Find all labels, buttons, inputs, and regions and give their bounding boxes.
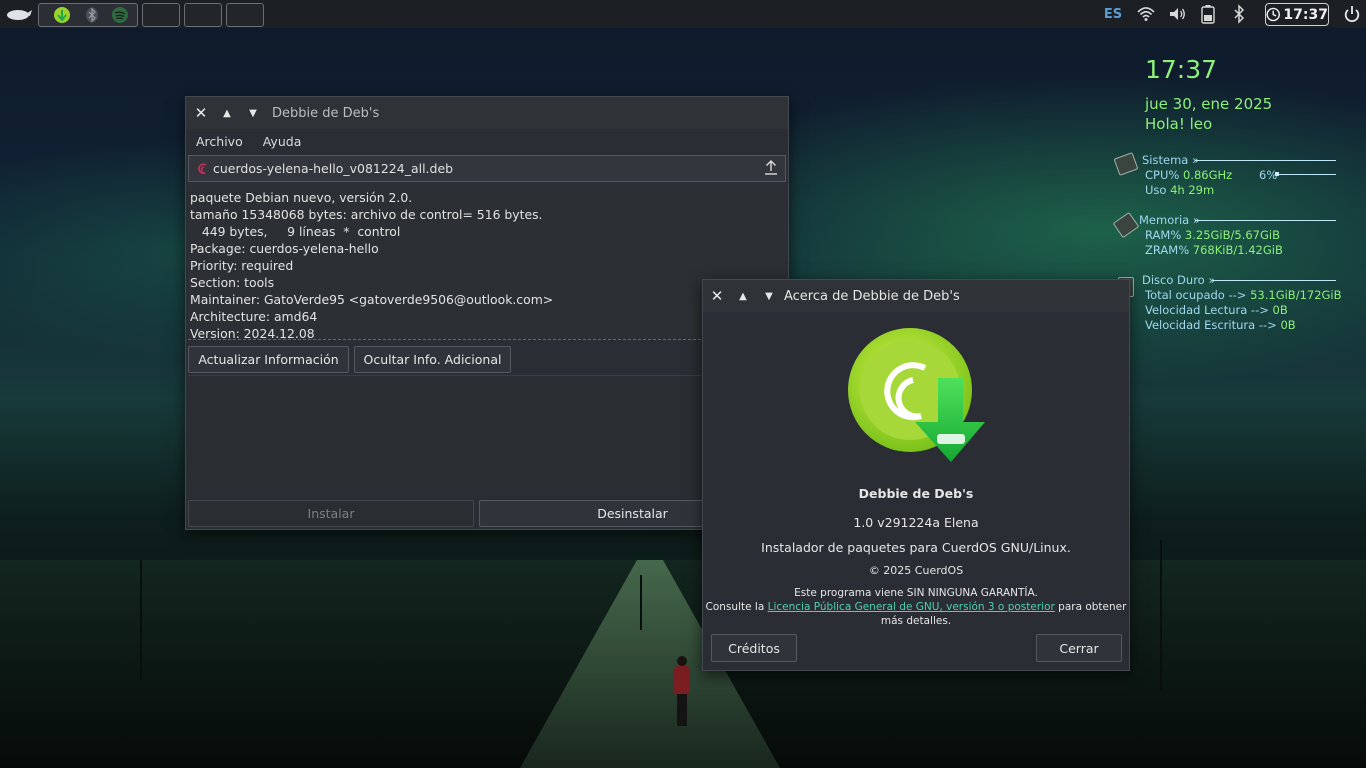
close-icon[interactable]: ✕ bbox=[188, 99, 214, 127]
conky-greeting: Hola! leo bbox=[1145, 115, 1213, 133]
clock-icon bbox=[1266, 7, 1280, 22]
app-copyright: © 2025 CuerdOS bbox=[868, 564, 964, 577]
package-info-text: paquete Debian nuevo, versión 2.0. tamañ… bbox=[188, 183, 786, 340]
update-info-button[interactable]: Actualizar Información bbox=[188, 346, 349, 373]
info-line: Priority: required bbox=[190, 258, 294, 273]
file-path-field[interactable]: cuerdos-yelena-hello_v081224_all.deb bbox=[188, 155, 786, 182]
workspace-button-3[interactable] bbox=[226, 3, 264, 27]
cpu-icon bbox=[1113, 152, 1139, 176]
main-window: ✕ ▲ ▼ Debbie de Deb's Archivo Ayuda cuer… bbox=[185, 96, 789, 530]
zram-row: ZRAM% 768KiB/1.42GiB bbox=[1145, 243, 1283, 257]
license-text-end: más detalles. bbox=[880, 615, 952, 627]
launcher-group bbox=[38, 3, 138, 27]
top-panel: ES 17:37 bbox=[0, 0, 1366, 28]
license-link[interactable]: Licencia Pública General de GNU, versión… bbox=[768, 601, 1055, 613]
cpu-bar-track bbox=[1275, 174, 1336, 175]
warranty-text: Este programa viene SIN NINGUNA GARANTÍA… bbox=[794, 587, 1038, 599]
debian-swirl-icon bbox=[198, 163, 207, 174]
app-name: Debbie de Deb's bbox=[858, 486, 974, 501]
about-titlebar: ✕ ▲ ▼ Acerca de Debbie de Deb's bbox=[703, 280, 1129, 312]
power-icon[interactable] bbox=[1343, 4, 1361, 24]
menu-archivo[interactable]: Archivo bbox=[186, 134, 253, 149]
disk-write-row: Velocidad Escritura --> 0B bbox=[1145, 318, 1296, 332]
main-window-title: Debbie de Deb's bbox=[272, 105, 380, 121]
memoria-heading: Memoria » bbox=[1139, 213, 1200, 227]
workspace-button-1[interactable] bbox=[142, 3, 180, 27]
about-title: Acerca de Debbie de Deb's bbox=[784, 288, 960, 304]
keyboard-layout-indicator[interactable]: ES bbox=[1103, 4, 1123, 24]
bluetooth-app-icon[interactable] bbox=[85, 7, 99, 23]
menu-bar: Archivo Ayuda bbox=[186, 129, 788, 153]
info-line: tamaño 15348068 bytes: archivo de contro… bbox=[190, 207, 543, 222]
disk-total-row: Total ocupado --> 53.1GiB/172GiB bbox=[1145, 288, 1342, 302]
app-version: 1.0 v291224a Elena bbox=[853, 515, 979, 530]
debbie-app-logo bbox=[848, 328, 985, 462]
clock-time: 17:37 bbox=[1283, 6, 1328, 23]
maximize-icon[interactable]: ▲ bbox=[730, 282, 756, 310]
uptime-row: Uso 4h 29m bbox=[1145, 183, 1215, 197]
close-icon[interactable]: ✕ bbox=[704, 282, 730, 310]
file-name: cuerdos-yelena-hello_v081224_all.deb bbox=[213, 161, 454, 176]
minimize-icon[interactable]: ▼ bbox=[756, 282, 782, 310]
bluetooth-icon[interactable] bbox=[1233, 4, 1245, 24]
hide-info-button[interactable]: Ocultar Info. Adicional bbox=[354, 346, 511, 373]
wallpaper-tree bbox=[640, 575, 642, 630]
info-line: Version: 2024.12.08 bbox=[190, 326, 315, 340]
install-button[interactable]: Instalar bbox=[188, 500, 474, 527]
sistema-rule bbox=[1195, 160, 1336, 161]
info-line: Package: cuerdos-yelena-hello bbox=[190, 241, 379, 256]
conky-date: jue 30, ene 2025 bbox=[1145, 95, 1273, 113]
close-button[interactable]: Cerrar bbox=[1036, 634, 1122, 662]
clock-button[interactable]: 17:37 bbox=[1265, 3, 1329, 26]
disco-rule bbox=[1212, 280, 1336, 281]
info-line: Architecture: amd64 bbox=[190, 309, 318, 324]
main-titlebar: ✕ ▲ ▼ Debbie de Deb's bbox=[186, 97, 788, 129]
ram-row: RAM% 3.25GiB/5.67GiB bbox=[1145, 228, 1280, 242]
credits-button[interactable]: Créditos bbox=[711, 634, 797, 662]
spotify-icon[interactable] bbox=[111, 6, 129, 24]
open-file-icon[interactable] bbox=[763, 159, 779, 177]
info-line: Maintainer: GatoVerde95 <gatoverde9506@o… bbox=[190, 292, 554, 307]
output-area bbox=[188, 375, 786, 492]
license-text: Consulte la Licencia Pública General de … bbox=[705, 601, 1127, 613]
debbie-app-icon[interactable] bbox=[53, 6, 71, 24]
linux-logo-icon[interactable] bbox=[6, 6, 32, 22]
cpu-row: CPU% 0.86GHz bbox=[1145, 168, 1233, 182]
battery-icon[interactable] bbox=[1201, 4, 1215, 24]
info-line: paquete Debian nuevo, versión 2.0. bbox=[190, 190, 413, 205]
disco-heading: Disco Duro » bbox=[1142, 273, 1216, 287]
minimize-icon[interactable]: ▼ bbox=[240, 99, 266, 127]
workspace-button-2[interactable] bbox=[184, 3, 222, 27]
memoria-rule bbox=[1195, 220, 1336, 221]
wallpaper-tree bbox=[1160, 540, 1162, 690]
memory-icon bbox=[1112, 211, 1140, 239]
conky-time: 17:37 bbox=[1145, 55, 1218, 84]
wallpaper-tree bbox=[140, 560, 142, 680]
wallpaper-figure bbox=[671, 656, 693, 726]
info-line: 449 bytes, 9 líneas * control bbox=[190, 224, 401, 239]
app-description: Instalador de paquetes para CuerdOS GNU/… bbox=[761, 540, 1071, 555]
disk-read-row: Velocidad Lectura --> 0B bbox=[1145, 303, 1288, 317]
about-body: Debbie de Deb's 1.0 v291224a Elena Insta… bbox=[703, 312, 1129, 670]
maximize-icon[interactable]: ▲ bbox=[214, 99, 240, 127]
about-dialog: ✕ ▲ ▼ Acerca de Debbie de Deb's Debbie d… bbox=[702, 279, 1130, 671]
volume-icon[interactable] bbox=[1168, 4, 1186, 24]
info-line: Section: tools bbox=[190, 275, 275, 290]
cpu-bar-fill bbox=[1275, 172, 1279, 176]
menu-ayuda[interactable]: Ayuda bbox=[253, 134, 312, 149]
sistema-heading: Sistema » bbox=[1142, 153, 1200, 167]
wifi-icon[interactable] bbox=[1137, 4, 1155, 24]
